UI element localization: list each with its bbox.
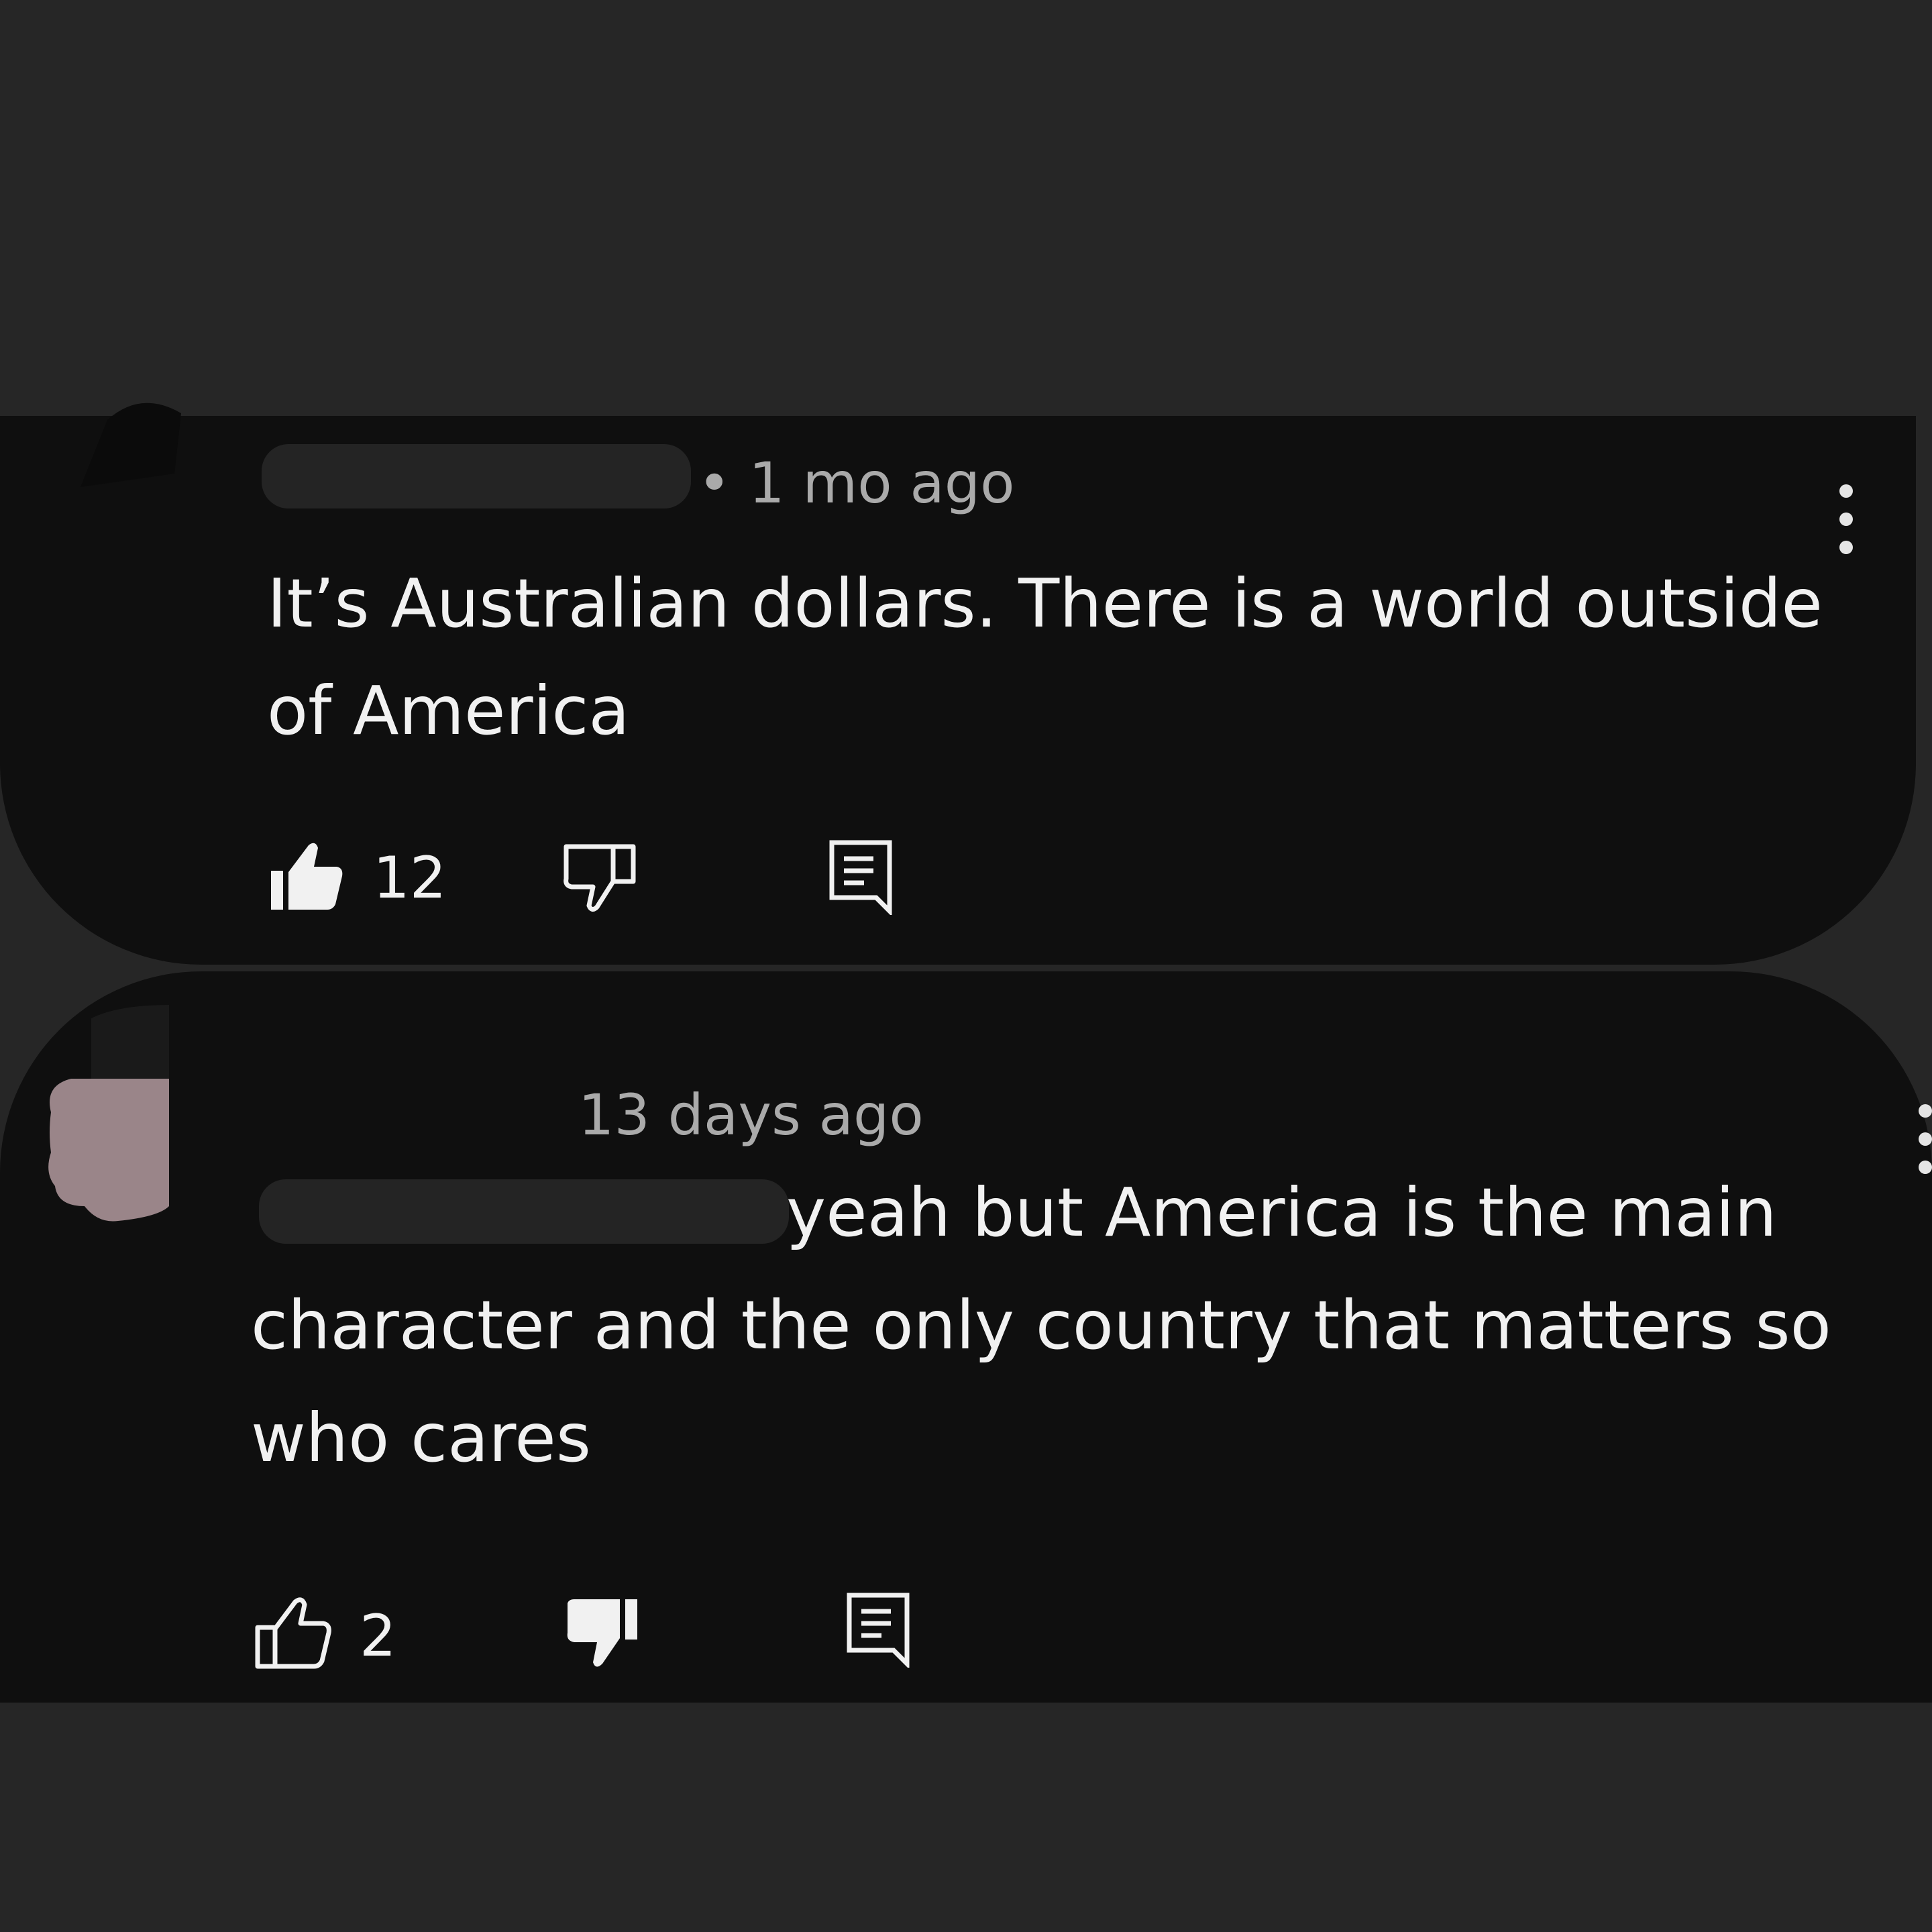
avatar[interactable] [67, 393, 228, 554]
comment-menu-button[interactable] [1839, 484, 1856, 569]
reply-comment-icon[interactable] [847, 1593, 911, 1668]
mention-redacted[interactable] [259, 1179, 789, 1244]
comment-text-line: It’s Australian dollars. There is a worl… [267, 564, 1823, 643]
thumbs-up-icon[interactable] [255, 1597, 333, 1670]
comment-timestamp: 13 days ago [578, 1082, 924, 1148]
comment-menu-button[interactable] [1919, 1104, 1932, 1189]
username-redacted[interactable] [262, 444, 691, 508]
comment-text-line: yeah but America is the main [786, 1173, 1777, 1252]
comment-text-line: who cares [251, 1399, 591, 1477]
more-vert-icon [1839, 484, 1853, 498]
like-count: 12 [373, 845, 447, 912]
more-vert-icon [1919, 1104, 1932, 1118]
thumbs-down-icon[interactable] [565, 1598, 643, 1670]
thumbs-up-icon[interactable] [267, 841, 345, 912]
thumbs-down-icon[interactable] [562, 843, 639, 914]
avatar[interactable] [44, 1005, 172, 1226]
reply-comment-icon[interactable] [829, 840, 894, 915]
comment-card: • 1 mo ago It’s Australian dollars. Ther… [0, 402, 1916, 965]
comment-timestamp: • 1 mo ago [698, 450, 1015, 516]
comment-text-line: character and the only country that matt… [251, 1286, 1831, 1364]
like-count: 2 [360, 1603, 396, 1670]
comments-screen: • 1 mo ago It’s Australian dollars. Ther… [0, 0, 1932, 1932]
comment-text-line: of America [267, 672, 630, 750]
comment-card: 13 days ago yeah but America is the main… [0, 971, 1932, 1703]
